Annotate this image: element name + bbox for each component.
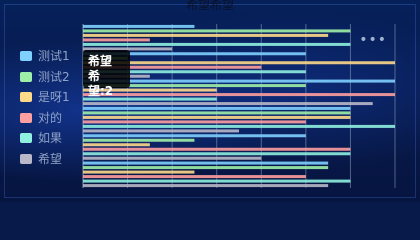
bar[interactable]: [83, 152, 351, 156]
bar[interactable]: [83, 161, 329, 165]
bar[interactable]: [83, 115, 351, 119]
tooltip: 希望 希望:2: [83, 50, 130, 98]
legend-swatch: [20, 133, 32, 144]
legend-item[interactable]: 测试1: [20, 46, 90, 67]
bar[interactable]: [83, 24, 195, 28]
chart-panel: 希望希望 测试1 测试2 是呀1 对的 如果 希望 ••• 希望 希望:2: [0, 0, 420, 202]
legend: 测试1 测试2 是呀1 对的如果希望: [20, 46, 90, 169]
tooltip-value: 希望:2: [88, 69, 114, 98]
bar[interactable]: [83, 143, 150, 147]
bar[interactable]: [83, 102, 373, 106]
bar[interactable]: [83, 124, 395, 128]
bar[interactable]: [83, 111, 351, 115]
bar[interactable]: [83, 134, 306, 138]
legend-label: 如果: [38, 131, 63, 146]
legend-swatch: [20, 153, 32, 164]
legend-item[interactable]: 希望: [20, 149, 90, 170]
legend-item[interactable]: 是呀1: [20, 87, 90, 108]
bar[interactable]: [83, 179, 351, 183]
legend-item[interactable]: 如果: [20, 128, 90, 149]
bar[interactable]: [83, 184, 329, 188]
bar[interactable]: [83, 166, 329, 170]
bar[interactable]: [83, 38, 150, 42]
bar[interactable]: [83, 175, 306, 179]
bar[interactable]: [83, 120, 306, 124]
legend-label: 测试2: [38, 69, 70, 84]
legend-item[interactable]: 测试2: [20, 67, 90, 88]
bar[interactable]: [83, 170, 195, 174]
bar[interactable]: [83, 147, 351, 151]
bar[interactable]: [83, 33, 329, 37]
more-options-icon[interactable]: •••: [359, 32, 387, 48]
bar[interactable]: [83, 29, 351, 33]
bar[interactable]: [83, 129, 239, 133]
legend-swatch: [20, 71, 32, 82]
bar[interactable]: [83, 93, 395, 97]
legend-label: 希望: [38, 151, 63, 166]
legend-swatch: [20, 112, 32, 123]
bar[interactable]: [83, 138, 195, 142]
legend-label: 对的: [38, 110, 63, 125]
legend-item[interactable]: 对的: [20, 108, 90, 129]
legend-swatch: [20, 51, 32, 62]
bar[interactable]: [83, 42, 351, 46]
legend-label: 是呀1: [38, 90, 70, 105]
legend-label: 测试1: [38, 49, 70, 64]
tooltip-title: 希望: [88, 54, 113, 68]
bar[interactable]: [83, 156, 262, 160]
bar[interactable]: [83, 106, 351, 110]
legend-swatch: [20, 92, 32, 103]
